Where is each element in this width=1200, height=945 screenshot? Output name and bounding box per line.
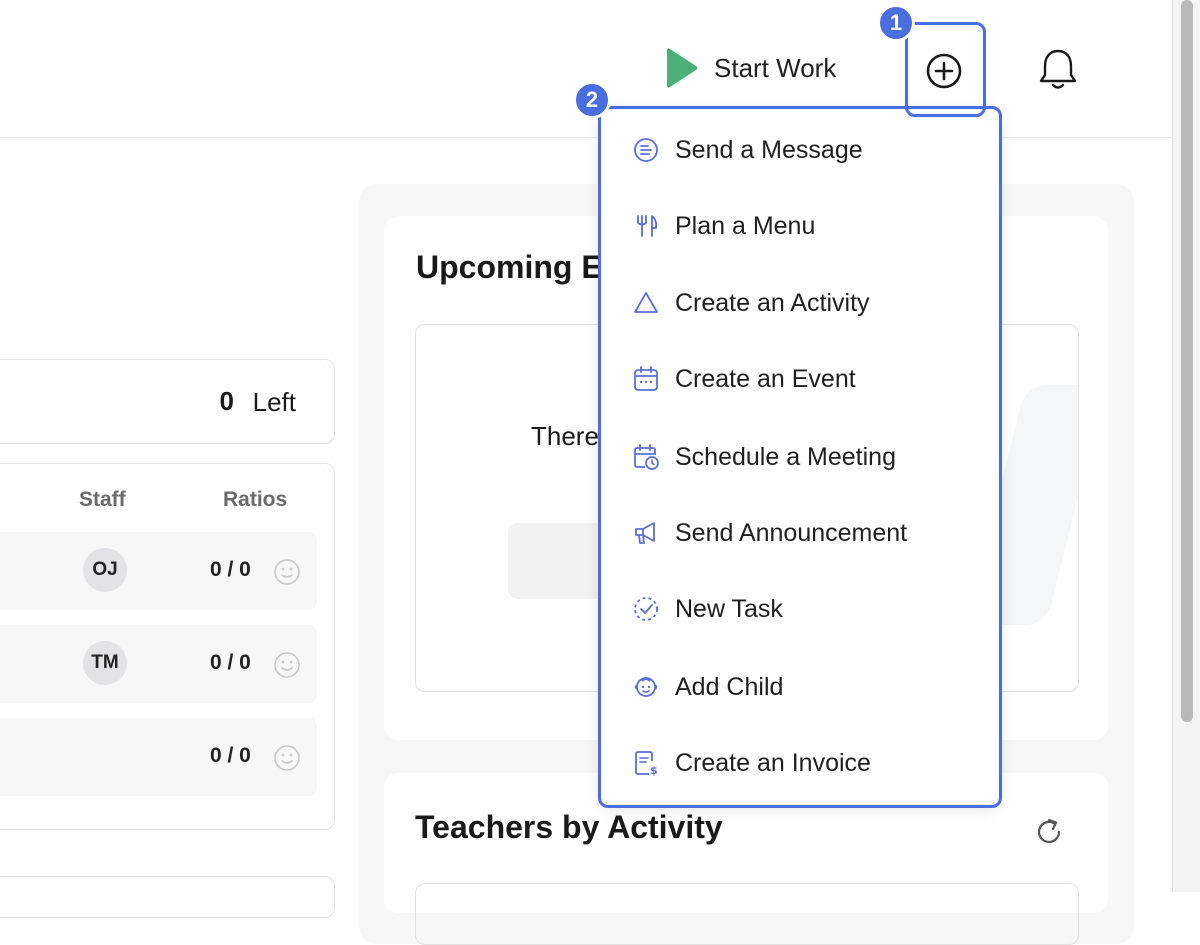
scrollbar-thumb[interactable]	[1181, 0, 1193, 722]
child-face-icon	[631, 672, 661, 702]
message-icon	[631, 135, 661, 165]
smiley-icon	[274, 745, 300, 771]
upcoming-events-title: Upcoming E	[416, 249, 603, 285]
menu-item-add-child[interactable]: Add Child	[631, 667, 783, 707]
add-new-dropdown-menu: Send a Message Plan a Menu Create an Act…	[601, 108, 999, 804]
utensils-icon	[631, 211, 661, 241]
menu-item-create-event[interactable]: Create an Event	[631, 359, 856, 399]
start-work-label: Start Work	[714, 52, 837, 83]
avatar[interactable]: TM	[83, 641, 127, 685]
calendar-icon	[631, 364, 661, 394]
calendar-clock-icon	[631, 442, 661, 472]
refresh-icon[interactable]	[1034, 817, 1064, 847]
menu-item-label: Add Child	[675, 672, 784, 701]
teachers-activity-list	[415, 883, 1079, 945]
plus-circle-icon	[926, 53, 962, 89]
annotation-badge-1: 1	[877, 4, 915, 42]
start-work-button[interactable]: Start Work	[664, 46, 836, 90]
menu-item-label: Create an Activity	[675, 288, 870, 317]
svg-text:$: $	[650, 764, 658, 777]
menu-item-label: Send Announcement	[675, 518, 908, 547]
count-value: 0	[219, 386, 234, 416]
notifications-button[interactable]	[1034, 45, 1082, 93]
task-check-icon	[631, 594, 661, 624]
ratio-value: 0 / 0	[210, 558, 251, 581]
menu-item-label: Create an Event	[675, 364, 856, 393]
menu-item-label: Schedule a Meeting	[675, 442, 896, 471]
staff-ratios-table: Staff Ratios OJ 0 / 0 TM 0 / 0 0 / 0	[0, 463, 335, 830]
menu-item-label: Create an Invoice	[675, 748, 871, 777]
bell-icon	[1039, 49, 1077, 89]
page-scrollbar[interactable]	[1172, 0, 1200, 892]
menu-item-label: Plan a Menu	[675, 211, 816, 240]
play-icon	[667, 48, 698, 88]
empty-state-text: There	[531, 421, 599, 451]
invoice-icon: $	[631, 748, 661, 778]
smiley-icon	[274, 652, 300, 678]
menu-item-plan-menu[interactable]: Plan a Menu	[631, 206, 815, 246]
menu-item-send-message[interactable]: Send a Message	[631, 130, 863, 170]
ratio-value: 0 / 0	[210, 744, 251, 767]
children-count-card: 0 Left	[0, 359, 335, 444]
menu-item-label: New Task	[675, 594, 783, 623]
teachers-by-activity-title: Teachers by Activity	[415, 809, 723, 845]
column-header-ratios: Ratios	[223, 488, 288, 511]
menu-item-new-task[interactable]: New Task	[631, 589, 783, 629]
menu-item-create-invoice[interactable]: $ Create an Invoice	[631, 743, 871, 783]
table-row[interactable]: OJ 0 / 0	[0, 532, 317, 610]
annotation-badge-2: 2	[573, 81, 611, 119]
menu-item-schedule-meeting[interactable]: Schedule a Meeting	[631, 437, 896, 477]
table-row[interactable]: 0 / 0	[0, 718, 317, 796]
triangle-icon	[631, 288, 661, 318]
avatar[interactable]: OJ	[83, 548, 127, 592]
menu-item-label: Send a Message	[675, 135, 863, 164]
add-new-button[interactable]	[922, 49, 966, 93]
megaphone-icon	[631, 518, 661, 548]
column-header-staff: Staff	[79, 488, 126, 511]
menu-item-create-activity[interactable]: Create an Activity	[631, 283, 870, 323]
ratio-value: 0 / 0	[210, 651, 251, 674]
smiley-icon	[274, 559, 300, 585]
count-left-label: Left	[252, 387, 296, 417]
table-row[interactable]: TM 0 / 0	[0, 625, 317, 703]
menu-item-send-announcement[interactable]: Send Announcement	[631, 513, 907, 553]
next-card	[0, 876, 335, 918]
